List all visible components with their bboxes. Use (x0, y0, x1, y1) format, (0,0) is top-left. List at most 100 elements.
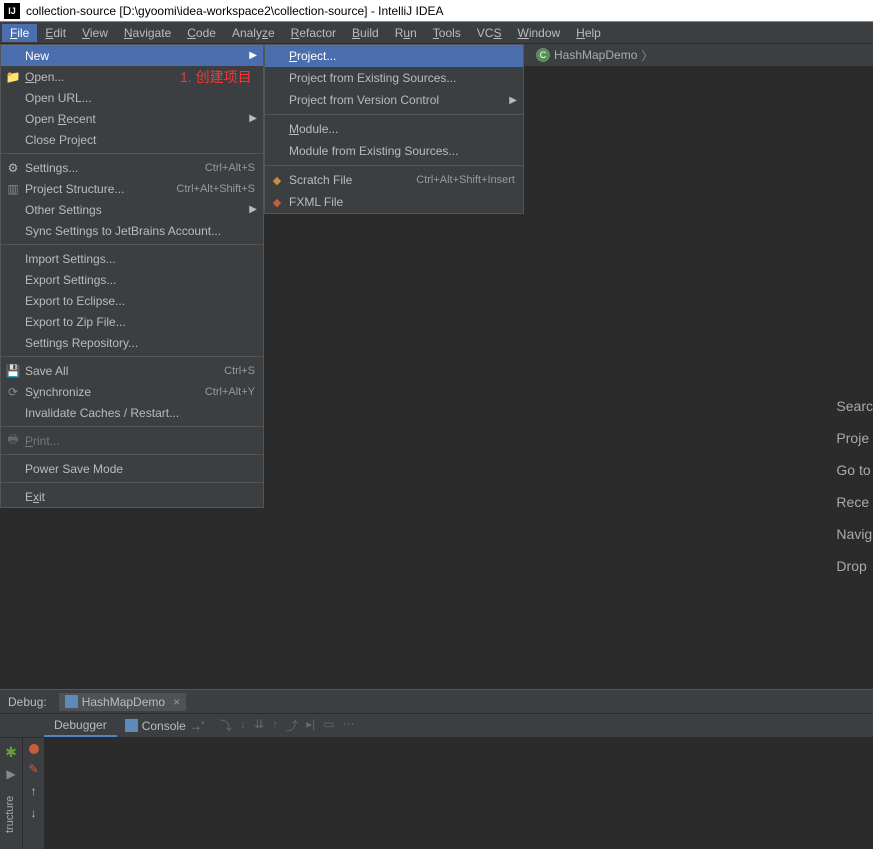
welcome-link[interactable]: Go to (836, 454, 873, 486)
debug-tab-label: HashMapDemo (82, 695, 165, 709)
submenu-fxml-file[interactable]: ◆ FXML File (265, 191, 523, 213)
structure-side-tab[interactable]: tructure (0, 779, 20, 849)
debug-left-toolbar2: ✎ ↑ ↓ (22, 738, 44, 849)
file-menu-export-zip[interactable]: Export to Zip File... (1, 311, 263, 332)
debug-body: ✱ ▶ ❚❚ ■ ✎ ↑ ↓ (0, 738, 873, 849)
print-icon: 🖶 (5, 433, 21, 449)
menu-refactor[interactable]: Refactor (283, 24, 344, 42)
menu-navigate[interactable]: Navigate (116, 24, 179, 42)
file-menu-open-url[interactable]: Open URL... (1, 87, 263, 108)
menu-view[interactable]: View (74, 24, 116, 42)
breakpoint-icon[interactable] (29, 744, 39, 754)
fxml-file-icon: ◆ (269, 194, 285, 210)
step-over-icon[interactable]: ⤵ (220, 717, 232, 734)
sync-icon: ⟳ (5, 384, 21, 400)
menu-separator (1, 482, 263, 483)
run-config-icon (65, 695, 78, 708)
evaluate-icon[interactable]: ▭ (323, 717, 334, 734)
menu-help[interactable]: Help (568, 24, 609, 42)
menu-tools[interactable]: Tools (425, 24, 469, 42)
app-logo-icon: IJ (4, 3, 20, 19)
save-icon: 💾 (5, 363, 21, 379)
pencil-icon[interactable]: ✎ (28, 762, 38, 776)
file-menu-settings-repo[interactable]: Settings Repository... (1, 332, 263, 353)
welcome-link[interactable]: Drop (836, 550, 873, 582)
arrow-right-icon: ▶ (249, 113, 257, 124)
file-menu-print[interactable]: 🖶 Print... (1, 430, 263, 451)
debug-panel: Debug: HashMapDemo × Debugger Console →'… (0, 689, 873, 849)
folder-icon: 📁 (5, 69, 21, 85)
welcome-link[interactable]: Rece (836, 486, 873, 518)
file-menu-power-save[interactable]: Power Save Mode (1, 458, 263, 479)
menu-separator (1, 454, 263, 455)
file-menu-export-settings[interactable]: Export Settings... (1, 269, 263, 290)
menu-window[interactable]: Window (509, 24, 568, 42)
menu-file[interactable]: File (2, 24, 37, 42)
welcome-link[interactable]: Navig (836, 518, 873, 550)
menu-separator (1, 356, 263, 357)
submenu-project[interactable]: Project... (265, 45, 523, 67)
menu-run[interactable]: Run (387, 24, 425, 42)
annotation-create-project: 1. 创建项目 (180, 67, 252, 87)
menu-analyze[interactable]: Analyze (224, 24, 283, 42)
menu-edit[interactable]: Edit (37, 24, 74, 42)
submenu-project-vcs[interactable]: Project from Version Control ▶ (265, 89, 523, 111)
submenu-project-existing[interactable]: Project from Existing Sources... (265, 67, 523, 89)
new-submenu: Project... Project from Existing Sources… (264, 44, 524, 214)
menu-separator (265, 165, 523, 166)
step-into-icon[interactable]: ↓ (240, 717, 246, 734)
drop-frame-icon[interactable]: ⤴ (286, 717, 298, 734)
force-step-into-icon[interactable]: ⇊ (254, 717, 264, 734)
welcome-link[interactable]: Proje (836, 422, 873, 454)
menubar: File Edit View Navigate Code Analyze Ref… (0, 22, 873, 44)
close-icon[interactable]: × (173, 695, 180, 709)
step-out-icon[interactable]: ↑ (272, 717, 278, 734)
file-menu-synchronize[interactable]: ⟳ Synchronize Ctrl+Alt+Y (1, 381, 263, 402)
menu-build[interactable]: Build (344, 24, 387, 42)
up-icon[interactable]: ↑ (31, 784, 37, 798)
debug-content-area (44, 738, 873, 849)
file-menu-close-project[interactable]: Close Project (1, 129, 263, 150)
submenu-module-existing[interactable]: Module from Existing Sources... (265, 140, 523, 162)
bug-icon[interactable]: ✱ (5, 744, 17, 761)
arrow-right-icon: ▶ (249, 204, 257, 215)
titlebar: IJ collection-source [D:\gyoomi\idea-wor… (0, 0, 873, 22)
file-menu-project-structure[interactable]: ▥ Project Structure... Ctrl+Alt+Shift+S (1, 178, 263, 199)
submenu-module[interactable]: Module... (265, 118, 523, 140)
file-menu-export-eclipse[interactable]: Export to Eclipse... (1, 290, 263, 311)
run-to-cursor-icon[interactable]: ▸| (306, 717, 315, 734)
console-icon (125, 719, 138, 732)
file-menu-invalidate[interactable]: Invalidate Caches / Restart... (1, 402, 263, 423)
menu-code[interactable]: Code (179, 24, 224, 42)
console-exit-icon: →' (190, 719, 204, 733)
welcome-links: Searc Proje Go to Rece Navig Drop (836, 390, 873, 582)
scratch-file-icon: ◆ (269, 172, 285, 188)
file-menu-import-settings[interactable]: Import Settings... (1, 248, 263, 269)
file-menu-exit[interactable]: Exit (1, 486, 263, 507)
submenu-scratch-file[interactable]: ◆ Scratch File Ctrl+Alt+Shift+Insert (265, 169, 523, 191)
console-tab[interactable]: Console →' (117, 716, 212, 736)
debugger-tab[interactable]: Debugger (44, 715, 117, 737)
chevron-right-icon: 〉 (641, 47, 653, 64)
file-menu-other-settings[interactable]: Other Settings ▶ (1, 199, 263, 220)
debug-header: Debug: HashMapDemo × (0, 690, 873, 714)
file-menu-dropdown: New ▶ 📁 Open... Open URL... Open Recent … (0, 44, 264, 508)
menu-vcs[interactable]: VCS (469, 24, 510, 42)
welcome-link[interactable]: Searc (836, 390, 873, 422)
breadcrumb-item[interactable]: C HashMapDemo 〉 (530, 47, 659, 64)
file-menu-settings[interactable]: ⚙ Settings... Ctrl+Alt+S (1, 157, 263, 178)
file-menu-open-recent[interactable]: Open Recent ▶ (1, 108, 263, 129)
menu-separator (1, 244, 263, 245)
menu-separator (1, 426, 263, 427)
titlebar-text: collection-source [D:\gyoomi\idea-worksp… (26, 4, 444, 18)
file-menu-save-all[interactable]: 💾 Save All Ctrl+S (1, 360, 263, 381)
file-menu-new[interactable]: New ▶ (1, 45, 263, 66)
structure-icon: ▥ (5, 181, 21, 197)
debug-tabs: Debugger Console →' ⤵ ↓ ⇊ ↑ ⤴ ▸| ▭ ⋯ (0, 714, 873, 738)
arrow-right-icon: ▶ (249, 50, 257, 61)
down-icon[interactable]: ↓ (31, 806, 37, 820)
menu-separator (265, 114, 523, 115)
debug-config-tab[interactable]: HashMapDemo × (59, 693, 186, 711)
more-icon[interactable]: ⋯ (343, 717, 355, 734)
file-menu-sync-settings[interactable]: Sync Settings to JetBrains Account... (1, 220, 263, 241)
